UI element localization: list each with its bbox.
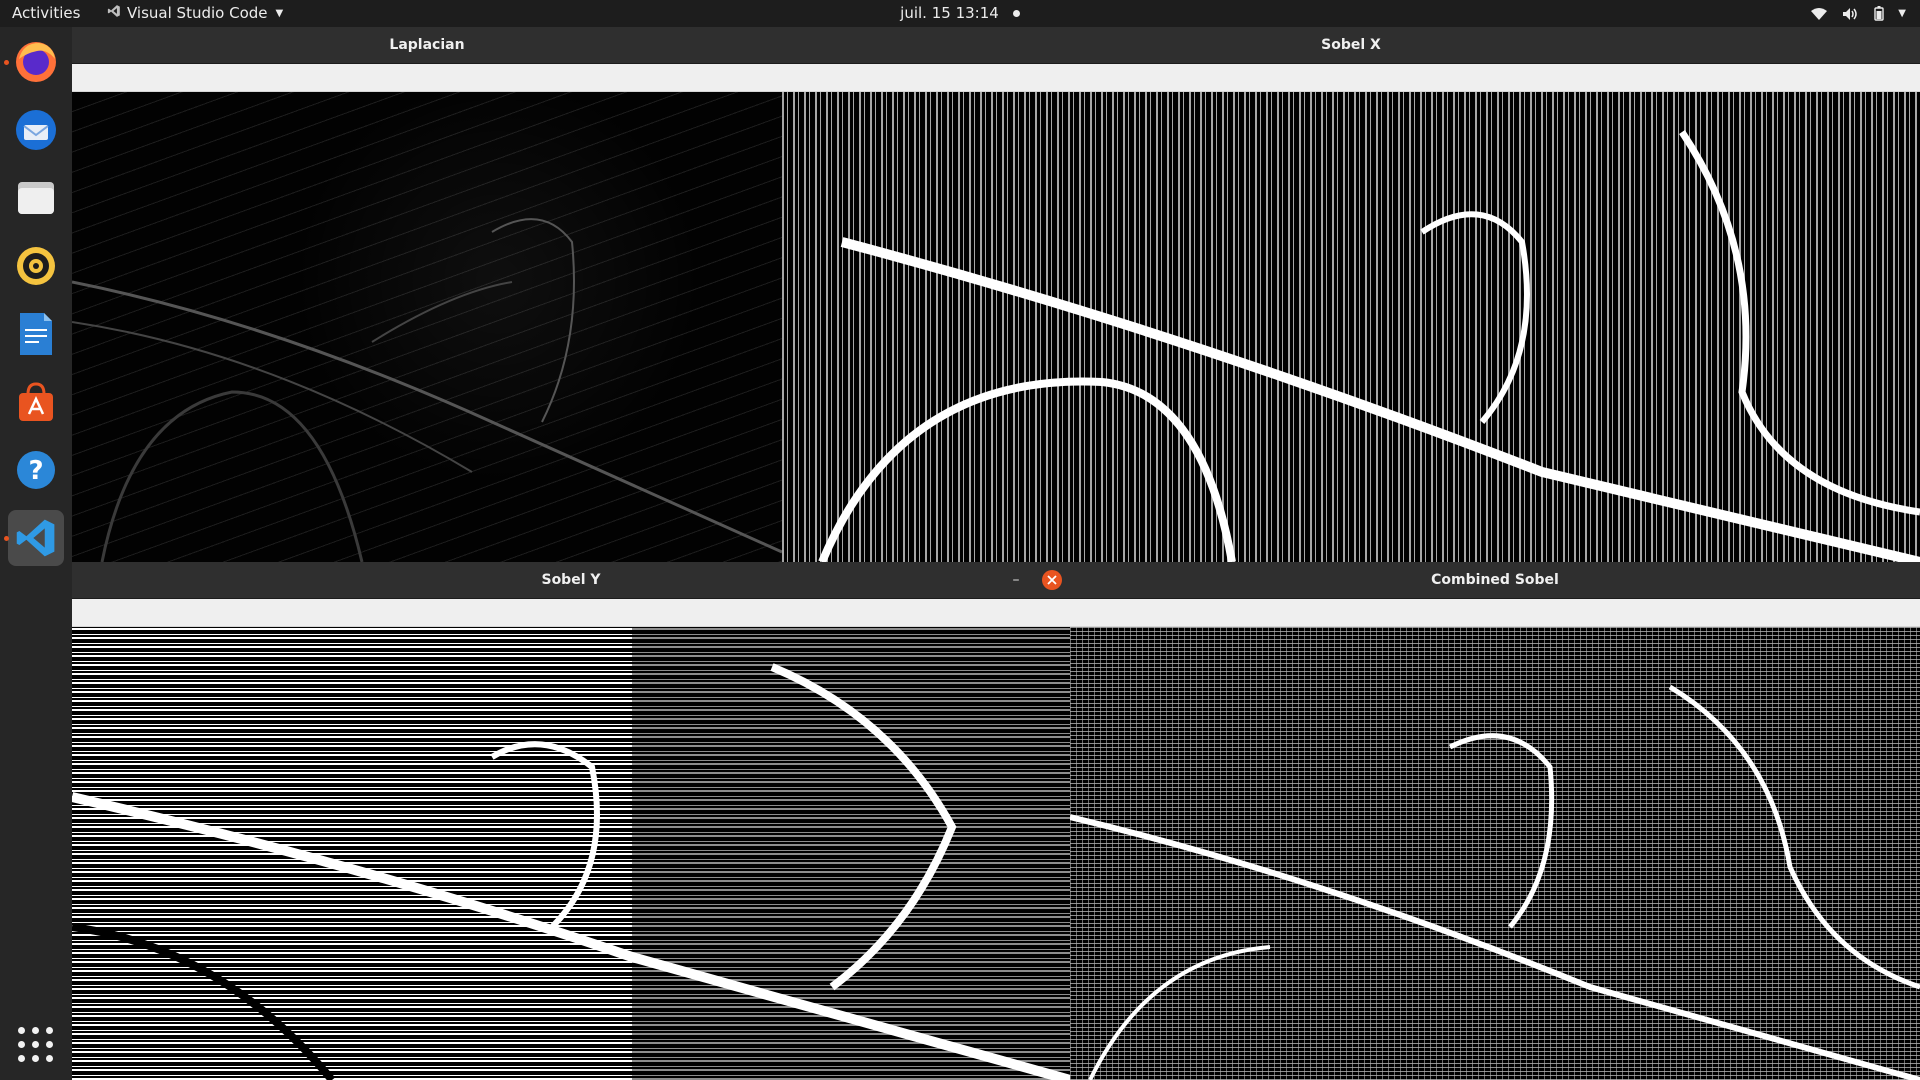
window-title: Laplacian	[389, 37, 465, 53]
window-titlebar[interactable]: Sobel X	[782, 27, 1920, 64]
top-bar: Activities Visual Studio Code ▼ juil. 15…	[0, 0, 1920, 27]
ubuntu-software-icon	[19, 382, 53, 421]
firefox-icon	[16, 42, 56, 82]
files-icon	[18, 182, 54, 214]
svg-text:?: ?	[28, 456, 43, 486]
dock-item-software[interactable]	[8, 374, 64, 430]
dock-item-thunderbird[interactable]	[8, 102, 64, 158]
close-icon	[1047, 575, 1057, 585]
vscode-small-icon	[107, 0, 121, 27]
sobel-y-image	[72, 627, 1070, 1080]
dock-item-vscode[interactable]	[4, 510, 64, 566]
sobel-x-image	[782, 92, 1920, 562]
image-toolbar	[782, 64, 1920, 92]
image-toolbar	[72, 599, 1070, 627]
libreoffice-writer-icon	[20, 313, 52, 355]
clock-text[interactable]: juil. 15 13:14	[900, 4, 999, 22]
window-title: Sobel X	[1321, 37, 1381, 53]
minimize-button[interactable]: –	[1006, 570, 1026, 590]
help-icon: ?	[17, 451, 55, 489]
power-menu-caret-icon[interactable]: ▼	[1898, 0, 1906, 27]
caret-down-icon: ▼	[275, 8, 284, 19]
rhythmbox-icon	[17, 247, 55, 285]
window-title: Combined Sobel	[1431, 572, 1559, 588]
window-laplacian[interactable]: Laplacian	[72, 27, 782, 562]
notification-dot-icon	[1012, 10, 1020, 17]
show-applications-icon[interactable]	[18, 1027, 54, 1063]
window-titlebar[interactable]: Laplacian	[72, 27, 782, 64]
laplacian-image	[72, 92, 782, 562]
app-menu[interactable]: Visual Studio Code ▼	[107, 0, 283, 27]
combined-sobel-image	[1070, 627, 1920, 1080]
window-titlebar[interactable]: Sobel Y	[72, 562, 1070, 599]
window-titlebar[interactable]: Combined Sobel	[1070, 562, 1920, 599]
window-title: Sobel Y	[541, 572, 601, 588]
dock-item-files[interactable]	[8, 170, 64, 226]
volume-icon[interactable]	[1842, 7, 1860, 21]
dock-item-firefox[interactable]	[4, 34, 64, 90]
window-sobel-y[interactable]: Sobel Y –	[72, 562, 1070, 1080]
image-toolbar	[72, 64, 782, 92]
running-indicator	[4, 60, 9, 65]
activities-button[interactable]: Activities	[12, 0, 80, 27]
window-sobel-x[interactable]: Sobel X	[782, 27, 1920, 562]
close-button[interactable]	[1042, 570, 1062, 590]
dock-item-help[interactable]: ?	[8, 442, 64, 498]
dock-item-writer[interactable]	[8, 306, 64, 362]
image-toolbar	[1070, 599, 1920, 627]
dock-item-rhythmbox[interactable]	[8, 238, 64, 294]
battery-icon[interactable]	[1874, 6, 1884, 21]
window-combined-sobel[interactable]: Combined Sobel	[1070, 562, 1920, 1080]
wifi-icon[interactable]	[1810, 7, 1828, 21]
app-name: Visual Studio Code	[127, 4, 268, 22]
clock: juil. 15 13:14	[0, 0, 1920, 27]
vscode-icon	[16, 519, 55, 557]
system-tray[interactable]: ▼	[1810, 0, 1906, 27]
dock: ?	[0, 27, 72, 1080]
thunderbird-icon	[16, 110, 56, 150]
running-indicator	[4, 536, 9, 541]
minimize-icon: –	[1012, 572, 1020, 588]
